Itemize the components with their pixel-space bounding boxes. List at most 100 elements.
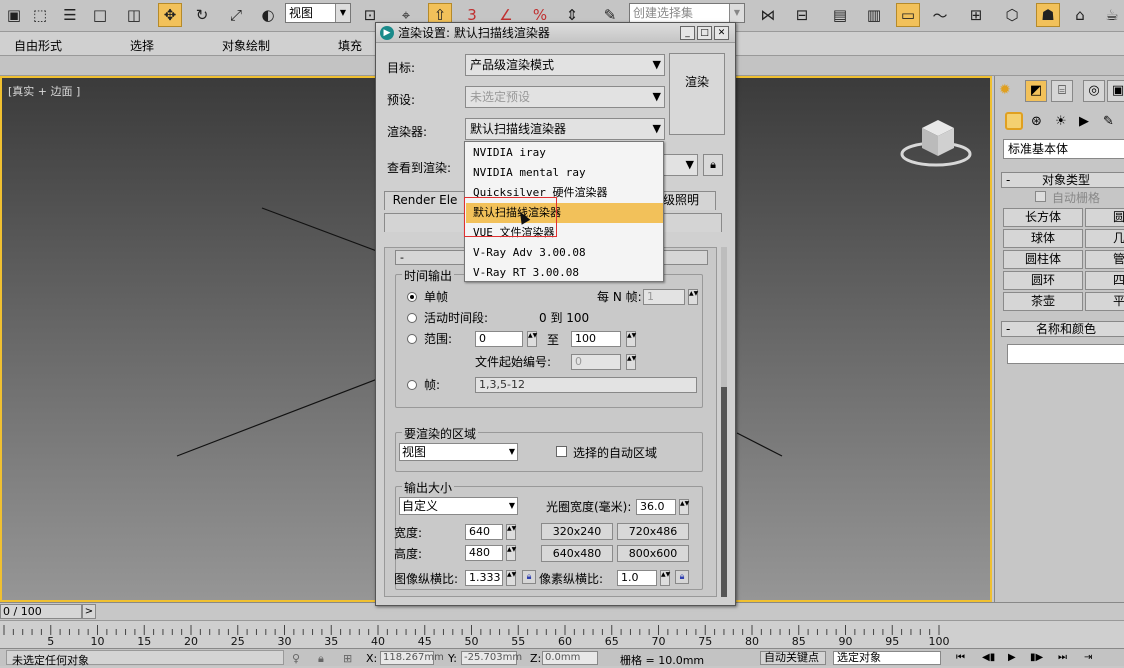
renderer-option-mental-ray[interactable]: NVIDIA mental ray — [466, 163, 663, 183]
object-name-input[interactable] — [1007, 344, 1124, 364]
x-coord-field[interactable]: 118.267mm — [380, 651, 444, 665]
preset-800x600-button[interactable]: 800x600 — [617, 545, 689, 562]
auto-grid-checkbox[interactable] — [1035, 191, 1046, 202]
range-to-field[interactable]: 100 — [571, 331, 621, 347]
align-icon[interactable]: ⊟ — [790, 3, 814, 27]
geosphere-button[interactable]: 几何 — [1085, 229, 1124, 248]
range-from-field[interactable]: 0 — [475, 331, 523, 347]
next-frame-button[interactable]: > — [82, 604, 96, 619]
torus-button[interactable]: 圆环 — [1003, 271, 1083, 290]
renderer-select[interactable]: 默认扫描线渲染器 ▼ — [465, 118, 665, 140]
play-icon[interactable]: ▶ — [1008, 652, 1016, 663]
aperture-spinner[interactable]: ▲▼ — [679, 499, 689, 515]
render-icon[interactable]: ☕ — [1100, 3, 1124, 27]
sphere-icon[interactable]: ◐ — [256, 3, 280, 27]
select-name-icon[interactable]: ⬚ — [28, 3, 52, 27]
target-select[interactable]: 产品级渲染模式 ▼ — [465, 54, 665, 76]
scene-explorer-icon[interactable]: ▥ — [862, 3, 886, 27]
next-frame-icon[interactable]: ▮▶ — [1030, 652, 1043, 663]
key-mode-icon[interactable]: ⇥ — [1084, 652, 1092, 663]
teapot-button[interactable]: 茶壶 — [1003, 292, 1083, 311]
ribbon-tab-freeform[interactable]: 自由形式 — [14, 37, 62, 54]
goto-start-icon[interactable]: ⏮ — [956, 652, 965, 663]
preset-select[interactable]: 未选定预设 ▼ — [465, 86, 665, 108]
create-sun-icon[interactable]: ✹ — [999, 82, 1015, 98]
curve-editor-icon[interactable]: 〜 — [928, 3, 952, 27]
scale-icon[interactable]: ⤢ — [224, 3, 248, 27]
move-icon[interactable]: ✥ — [158, 3, 182, 27]
layer-icon[interactable]: ▤ — [828, 3, 852, 27]
absolute-mode-icon[interactable]: ⊞ — [343, 652, 352, 665]
select-list-icon[interactable]: ☰ — [58, 3, 82, 27]
preset-640x480-button[interactable]: 640x480 — [541, 545, 613, 562]
pixel-aspect-spinner[interactable]: ▲▼ — [660, 570, 670, 586]
cameras-icon[interactable]: ▶ — [1079, 114, 1089, 129]
minimize-icon[interactable]: _ — [680, 26, 695, 40]
range-radio[interactable] — [407, 334, 417, 344]
primitive-type-select[interactable]: 标准基本体 — [1003, 139, 1124, 159]
render-setup-icon[interactable]: ☗ — [1036, 3, 1060, 27]
viewcube-icon[interactable] — [900, 112, 972, 168]
render-button[interactable]: 渲染 — [669, 53, 725, 135]
frames-field[interactable]: 1,3,5-12 — [475, 377, 697, 393]
tab-render-elements[interactable]: Render Ele — [384, 191, 466, 210]
renderer-option-nvidia-iray[interactable]: NVIDIA iray — [466, 143, 663, 163]
lights-icon[interactable]: ☀ — [1055, 114, 1067, 129]
aperture-field[interactable]: 36.0 — [636, 499, 676, 515]
graphite-icon[interactable]: ▭ — [896, 3, 920, 27]
lock-selection-icon[interactable]: ♀ — [292, 652, 300, 665]
close-icon[interactable]: ✕ — [714, 26, 729, 40]
auto-region-checkbox[interactable] — [556, 446, 567, 457]
helpers-icon[interactable]: ✎ — [1103, 114, 1114, 129]
render-area-select[interactable]: 视图 ▼ — [399, 443, 518, 461]
rect-region-icon[interactable]: □ — [88, 3, 112, 27]
height-spinner[interactable]: ▲▼ — [506, 545, 516, 561]
time-slider-thumb[interactable]: 0 / 100 — [0, 604, 82, 619]
window-crossing-icon[interactable]: ◫ — [122, 3, 146, 27]
tube-button[interactable]: 管状 — [1085, 250, 1124, 269]
goto-end-icon[interactable]: ⏭ — [1058, 652, 1067, 663]
rotate-icon[interactable]: ↻ — [190, 3, 214, 27]
z-coord-field[interactable]: 0.0mm — [542, 651, 598, 665]
box-button[interactable]: 长方体 — [1003, 208, 1083, 227]
image-aspect-lock-icon[interactable]: 🔒︎ — [522, 570, 536, 584]
render-frame-icon[interactable]: ⌂ — [1068, 3, 1092, 27]
dialog-titlebar[interactable]: ▶ 渲染设置: 默认扫描线渲染器 _ □ ✕ — [376, 23, 735, 43]
height-field[interactable]: 480 — [465, 545, 503, 561]
cone-button[interactable]: 圆锥 — [1085, 208, 1124, 227]
image-aspect-field[interactable]: 1.333 — [465, 570, 503, 586]
output-preset-select[interactable]: 自定义 ▼ — [399, 497, 518, 515]
renderer-option-vray-rt[interactable]: V-Ray RT 3.00.08 — [466, 263, 663, 283]
renderer-option-vray-adv[interactable]: V-Ray Adv 3.00.08 — [466, 243, 663, 263]
plane-button[interactable]: 平面 — [1085, 292, 1124, 311]
geometry-icon[interactable] — [1005, 112, 1023, 130]
object-type-rollout[interactable]: - 对象类型 — [1001, 172, 1124, 188]
pyramid-button[interactable]: 四棱 — [1085, 271, 1124, 290]
every-n-spinner[interactable]: ▲▼ — [688, 289, 698, 305]
tab-display[interactable]: ▣ — [1107, 80, 1124, 102]
file-start-field[interactable]: 0 — [571, 354, 621, 370]
pixel-aspect-lock-icon[interactable]: 🔒︎ — [675, 570, 689, 584]
tab-create[interactable]: ◩ — [1025, 80, 1047, 102]
track-bar[interactable]: 5 10 15 20 25 30 35 40 45 50 55 60 65 70 75 80 85 90 95 100 — [0, 620, 1124, 648]
width-spinner[interactable]: ▲▼ — [506, 524, 516, 540]
every-n-field[interactable]: 1 — [643, 289, 685, 305]
shapes-icon[interactable]: ⊛ — [1031, 114, 1042, 129]
lock-view-icon[interactable]: 🔒︎ — [703, 154, 723, 176]
panel-scroll-thumb[interactable] — [721, 387, 727, 597]
key-filter-select[interactable]: 选定对象 — [833, 651, 941, 665]
material-editor-icon[interactable]: ⬡ — [1000, 3, 1024, 27]
tab-modify[interactable]: ⌸ — [1051, 80, 1073, 102]
mirror-icon[interactable]: ⋈ — [756, 3, 780, 27]
active-segment-radio[interactable] — [407, 313, 417, 323]
file-start-spinner[interactable]: ▲▼ — [626, 354, 636, 370]
auto-key-button[interactable]: 自动关键点 — [760, 651, 826, 665]
ribbon-tab-object-paint[interactable]: 对象绘制 — [222, 37, 270, 54]
sphere-button[interactable]: 球体 — [1003, 229, 1083, 248]
reference-coord-select[interactable]: 视图 ▼ — [285, 3, 351, 23]
y-coord-field[interactable]: -25.703mm — [461, 651, 522, 665]
prev-frame-icon[interactable]: ◀▮ — [982, 652, 995, 663]
tab-motion[interactable]: ◎ — [1083, 80, 1105, 102]
schematic-icon[interactable]: ⊞ — [964, 3, 988, 27]
selection-set-select[interactable]: 创建选择集 ▼ — [629, 3, 745, 23]
